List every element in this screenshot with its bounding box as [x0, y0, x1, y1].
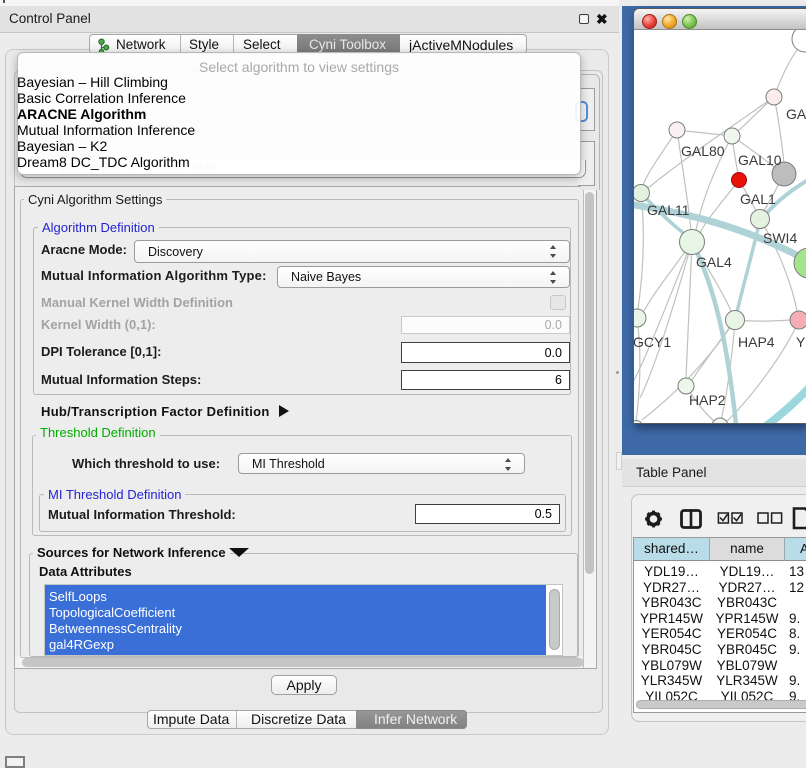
svg-text:GAL80: GAL80: [681, 143, 725, 159]
svg-text:GAL10: GAL10: [738, 152, 782, 168]
svg-text:HAP4: HAP4: [738, 334, 775, 350]
svg-text:GCY1: GCY1: [634, 334, 671, 350]
svg-text:HAP2: HAP2: [689, 392, 726, 408]
svg-text:GAL1: GAL1: [740, 191, 776, 207]
svg-text:GAL2: GAL2: [786, 106, 806, 122]
svg-text:SWI4: SWI4: [763, 230, 797, 246]
svg-text:YD: YD: [796, 334, 806, 350]
svg-text:GAL4: GAL4: [696, 254, 732, 270]
svg-text:GAL11: GAL11: [647, 202, 690, 218]
